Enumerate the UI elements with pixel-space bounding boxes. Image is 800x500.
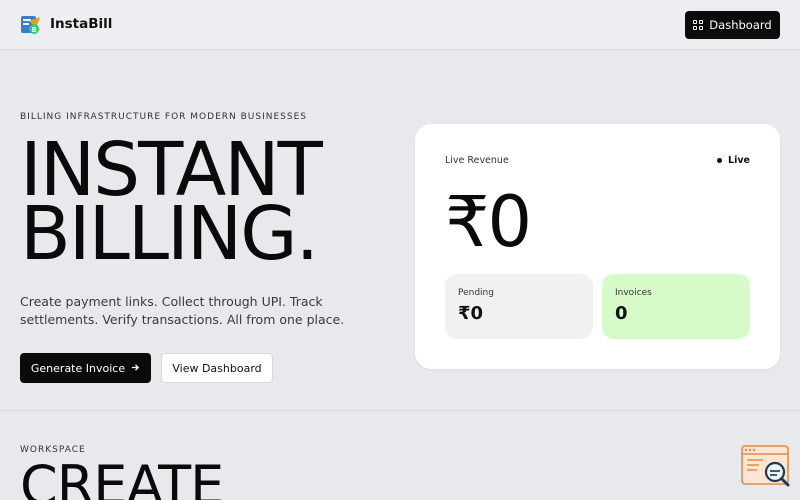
invoices-stat-card: Invoices 0: [602, 274, 750, 339]
view-dashboard-label: View Dashboard: [172, 361, 262, 375]
hero-eyebrow: BILLING INFRASTRUCTURE FOR MODERN BUSINE…: [20, 112, 307, 122]
invoices-value: 0: [615, 303, 628, 324]
live-revenue-label: Live Revenue: [445, 155, 509, 166]
hero-description: Create payment links. Collect through UP…: [20, 294, 345, 327]
top-navbar: B InstaBill Dashboard: [0, 0, 800, 50]
hero-title: INSTANT BILLING.: [20, 133, 400, 277]
brand-name: InstaBill: [50, 16, 113, 32]
revenue-amount: ₹0: [445, 181, 532, 263]
live-revenue-card: Live Revenue Live ₹0 Pending ₹0 Invoices…: [415, 124, 780, 369]
generate-invoice-label: Generate Invoice: [30, 361, 126, 375]
live-status-label: Live: [728, 155, 750, 166]
search-browser-widget-icon[interactable]: [741, 444, 793, 490]
hero-title-line2: BILLING.: [20, 191, 319, 277]
invoices-label: Invoices: [615, 288, 652, 298]
live-dot-icon: [717, 158, 723, 163]
brand[interactable]: B InstaBill: [20, 13, 112, 35]
generate-invoice-button[interactable]: Generate Invoice: [20, 353, 151, 383]
instabill-logo-icon: B: [20, 13, 42, 35]
pending-stat-card: Pending ₹0: [445, 274, 593, 339]
svg-text:B: B: [32, 26, 37, 34]
live-status-indicator: Live: [717, 155, 750, 166]
view-dashboard-button[interactable]: View Dashboard: [161, 353, 273, 383]
workspace-title: CREATE: [20, 454, 224, 500]
pending-value: ₹0: [458, 303, 484, 324]
arrow-right-icon: [131, 362, 140, 375]
dashboard-button-label: Dashboard: [709, 18, 772, 32]
grid-icon: [693, 20, 704, 30]
section-divider: [0, 410, 800, 411]
pending-label: Pending: [458, 288, 494, 298]
dashboard-button[interactable]: Dashboard: [685, 11, 780, 39]
